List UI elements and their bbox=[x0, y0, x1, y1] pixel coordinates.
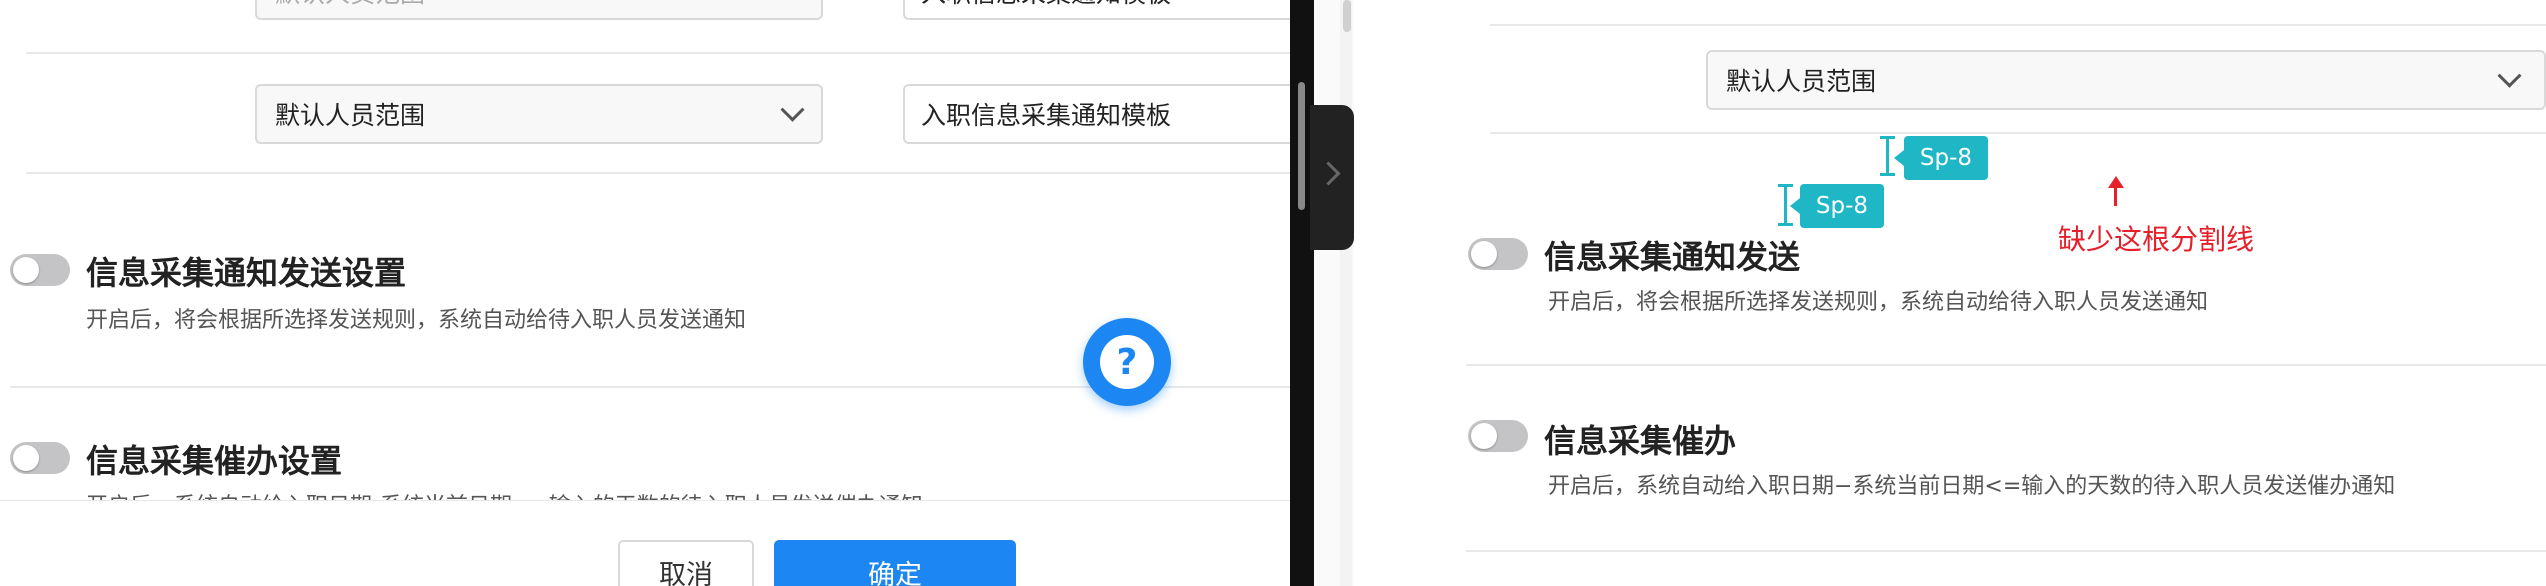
section-title: 信息采集催办设置 bbox=[86, 442, 343, 480]
spacing-tag: Sp-8 bbox=[1800, 184, 1884, 228]
divider bbox=[1466, 550, 2546, 552]
section-title: 信息采集通知发送设置 bbox=[86, 254, 407, 292]
reminder-toggle[interactable] bbox=[10, 442, 70, 474]
section-description: 开启后，将会根据所选择发送规则，系统自动给待入职人员发送通知 bbox=[86, 308, 747, 333]
input-value: 入职信息采集通知模板 bbox=[921, 101, 1172, 130]
divider bbox=[26, 52, 1290, 54]
scrollbar-thumb[interactable] bbox=[1343, 0, 1351, 32]
notify-send-toggle[interactable] bbox=[10, 254, 70, 286]
section-title: 信息采集催办 bbox=[1544, 422, 1737, 460]
person-range-select[interactable]: 默认人员范围 bbox=[255, 84, 823, 144]
scrollbar[interactable] bbox=[1340, 0, 1352, 586]
footer-divider bbox=[0, 500, 1290, 501]
chevron-down-icon bbox=[780, 97, 805, 122]
spacing-marker bbox=[1778, 184, 1793, 226]
template-input-top[interactable]: 入职信息采集通知模板 bbox=[903, 0, 1290, 20]
right-panel: 默认人员范围 Sp-8 Sp-8 缺少这根分割线 信息采集通知发送 开启后，将会… bbox=[1354, 0, 2546, 586]
person-range-select[interactable]: 默认人员范围 bbox=[1706, 50, 2546, 110]
select-value: 默认人员范围 bbox=[1726, 67, 1877, 96]
chevron-right-icon bbox=[1316, 161, 1341, 186]
divider bbox=[1490, 24, 2546, 26]
person-range-select-top[interactable]: 默认人员范围 bbox=[255, 0, 823, 20]
toggle-knob bbox=[1471, 423, 1497, 449]
spacing-tag: Sp-8 bbox=[1904, 136, 1988, 180]
section-description: 开启后，将会根据所选择发送规则，系统自动给待入职人员发送通知 bbox=[1548, 290, 2209, 315]
left-scrollbar-thumb[interactable] bbox=[1298, 82, 1305, 210]
reminder-toggle[interactable] bbox=[1468, 420, 1528, 452]
confirm-button[interactable]: 确定 bbox=[774, 540, 1016, 586]
toggle-knob bbox=[13, 257, 39, 283]
divider bbox=[1490, 132, 2546, 134]
toggle-knob bbox=[1471, 241, 1497, 267]
toggle-knob bbox=[13, 445, 39, 471]
select-value: 默认人员范围 bbox=[275, 0, 425, 10]
input-value: 入职信息采集通知模板 bbox=[921, 0, 1171, 10]
template-input[interactable]: 入职信息采集通知模板 bbox=[903, 84, 1290, 144]
collapse-handle[interactable] bbox=[1310, 105, 1354, 250]
help-button[interactable]: ? bbox=[1083, 318, 1171, 406]
spacing-marker bbox=[1880, 136, 1895, 176]
divider bbox=[1466, 364, 2546, 366]
annotation-text: 缺少这根分割线 bbox=[2058, 223, 2255, 256]
notify-send-toggle[interactable] bbox=[1468, 238, 1528, 270]
section-description: 开启后，系统自动给入职日期-系统当前日期<=输入的天数的待入职人员发送催办通知 bbox=[86, 488, 923, 500]
question-icon: ? bbox=[1100, 335, 1154, 389]
section-description: 开启后，系统自动给入职日期−系统当前日期<=输入的天数的待入职人员发送催办通知 bbox=[1548, 474, 2396, 499]
chevron-down-icon bbox=[2497, 63, 2522, 88]
left-panel: 默认人员范围 入职信息采集通知模板 默认人员范围 入职信息采集通知模板 信息采集… bbox=[0, 0, 1290, 586]
section-title: 信息采集通知发送 bbox=[1544, 238, 1801, 276]
select-value: 默认人员范围 bbox=[275, 101, 426, 130]
divider bbox=[26, 172, 1290, 174]
arrow-head bbox=[2108, 176, 2124, 188]
cancel-button[interactable]: 取消 bbox=[618, 540, 754, 586]
